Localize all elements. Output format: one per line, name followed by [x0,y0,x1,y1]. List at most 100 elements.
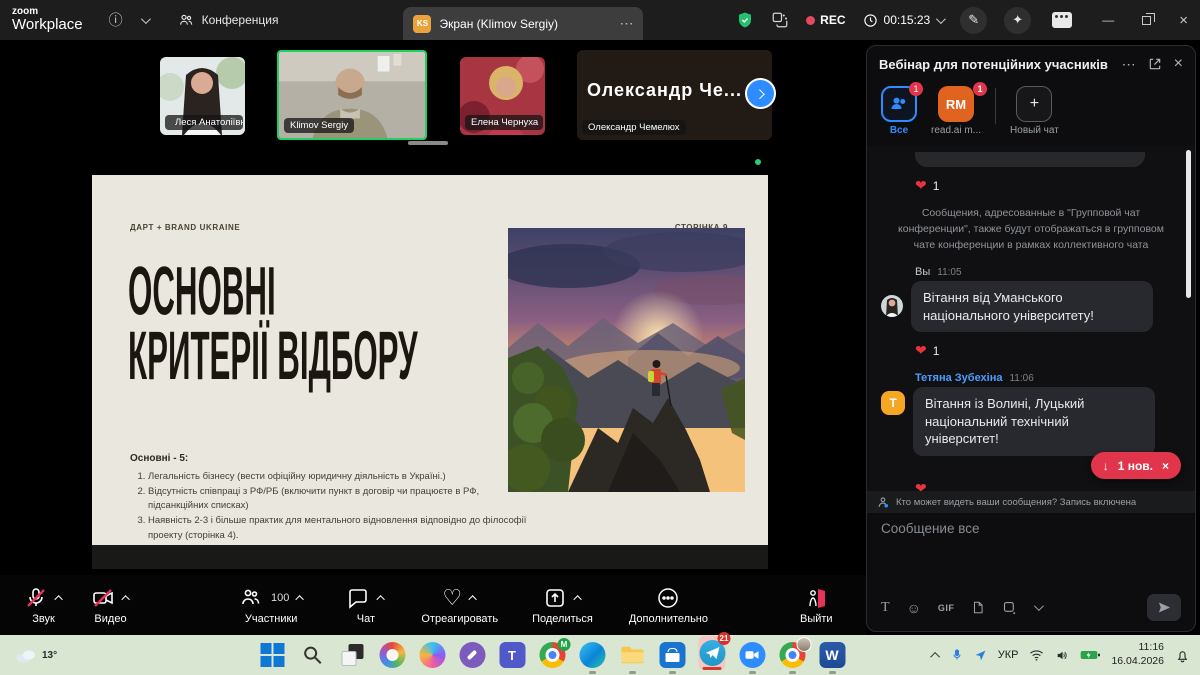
chevron-right-icon [755,89,765,99]
tab-screen-share[interactable]: KS Экран (Klimov Sergiy) ⋯ [403,7,643,40]
paint-app[interactable] [379,642,406,669]
language-indicator[interactable]: УКР [998,649,1019,661]
tray-expand-icon[interactable] [930,651,940,661]
zoom-app[interactable] [739,642,766,669]
chevron-up-icon[interactable] [377,595,385,603]
reaction-pill[interactable]: ❤ 1 [915,177,1181,194]
participant-tile-elena[interactable]: Елена Чернуха [460,57,545,135]
tab-conference[interactable]: Конференция [178,12,279,28]
chevron-up-icon[interactable] [296,595,304,603]
taskview-button[interactable] [339,642,366,669]
dismiss-icon[interactable]: × [1162,459,1169,473]
chevron-down-icon[interactable] [1034,601,1044,611]
volume-icon[interactable] [1055,649,1069,662]
chat-header: Вебінар для потенційних учасників ... ⋯ … [867,46,1195,82]
slide-list-title: Основні - 5: [130,453,188,464]
chevron-down-icon[interactable] [141,14,151,24]
chat-tabs: 1 Все RM 1 read.ai m... + Новый чат [867,82,1195,146]
screenshot-icon[interactable] [1002,600,1017,615]
message-input[interactable] [881,521,1181,577]
participant-tile-oleksandr[interactable]: Олександр Че... Олександр Чемелюх [577,50,772,140]
next-participants-button[interactable] [745,78,776,109]
presentation-slide: ДАРТ + BRAND UKRAINE СТОРІНКА 9 ОСНОВНІ … [92,175,768,545]
heart-icon: ❤ [915,177,927,194]
tray-location-icon[interactable] [974,649,987,662]
strip-drag-handle[interactable] [408,141,448,145]
chat-scrollbar[interactable] [1186,150,1191,298]
attach-file-icon[interactable] [971,600,985,615]
chat-close-icon[interactable]: × [1174,55,1183,73]
info-icon[interactable]: ⓘ [109,10,123,30]
message-bubble[interactable]: Вітання із Волині, Луцький національний … [913,387,1155,456]
logo-workplace: Workplace [12,17,83,33]
maximize-button[interactable] [1142,16,1151,25]
minimize-button[interactable]: — [1102,13,1114,27]
participant-name: Олександр Чемелюх [588,122,680,133]
telegram-app[interactable]: 21 [699,642,726,669]
meeting-timer[interactable]: 00:15:23 [863,13,944,28]
notification-bell-icon[interactable] [1175,648,1190,663]
chat-messages[interactable]: ❤ 1 Сообщения, адресованные в "Групповой… [867,146,1195,491]
new-messages-pill[interactable]: ↓ 1 нов. × [1091,452,1181,479]
shield-check-icon[interactable] [736,11,754,29]
chat-more-icon[interactable]: ⋯ [1122,56,1136,73]
participant-name: Klimov Sergiy [290,120,348,131]
word-app[interactable]: W [819,642,846,669]
video-button[interactable]: Видео [91,585,130,625]
heart-icon: ❤ [915,480,927,491]
chat-button-label: Чат [357,613,375,625]
popout-icon[interactable] [1148,57,1162,71]
search-icon [301,644,323,666]
chevron-up-icon[interactable] [468,595,476,603]
teams-app[interactable]: T [499,642,526,669]
tab-more-icon[interactable]: ⋯ [619,15,633,32]
sparkle-icon: ✦ [1012,12,1023,28]
chevron-up-icon[interactable] [573,595,581,603]
participant-name-chip: Елена Чернуха [465,115,543,130]
layout-icon[interactable] [771,11,789,29]
wifi-icon[interactable] [1029,649,1044,661]
format-text-icon[interactable]: T [881,600,890,616]
participant-tile-klimov[interactable]: Klimov Sergiy [277,50,427,140]
chrome-profile1-app[interactable]: M [539,642,566,669]
gif-icon[interactable]: GIF [938,603,955,613]
tray-clock[interactable]: 11:16 16.04.2026 [1111,641,1164,668]
chevron-up-icon[interactable] [121,595,129,603]
chevron-up-icon[interactable] [54,595,62,603]
react-button[interactable]: ♡ Отреагировать [421,585,498,625]
weather-widget[interactable]: 13° [14,646,57,664]
annotate-button[interactable]: ✎ [960,7,987,34]
rm-initials: RM [946,97,966,112]
apps-button[interactable] [1048,7,1075,34]
edge-app[interactable] [579,642,606,669]
chevron-down-icon [936,14,946,24]
search-button[interactable] [299,642,326,669]
zoom-workplace-window: zoom Workplace ⓘ Конференция KS Экран (K… [0,0,1200,675]
chat-tab-readai[interactable]: RM 1 read.ai m... [931,86,981,136]
chat-message: T Вітання із Волині, Луцький національни… [881,387,1181,456]
participant-tile-lesya[interactable]: Леся Анатоліївна Сла... [160,57,245,135]
participants-button[interactable]: 100 Участники [238,585,304,625]
battery-icon[interactable] [1080,649,1100,661]
message-bubble[interactable]: Вітання від Уманського національного уні… [911,281,1153,332]
ai-companion-button[interactable]: ✦ [1004,7,1031,34]
chat-tab-all[interactable]: 1 Все [881,86,917,136]
explorer-app[interactable] [619,642,646,669]
emoji-icon[interactable]: ☺ [907,600,921,616]
send-button[interactable] [1147,594,1181,621]
chat-tab-new[interactable]: + Новый чат [1010,86,1059,136]
reaction-pill[interactable]: ❤ 1 [915,342,1181,359]
share-button[interactable]: Поделиться [532,585,593,625]
leave-button[interactable]: Выйти [800,585,833,625]
viber-app[interactable] [459,642,486,669]
copilot-app[interactable] [419,642,446,669]
tray-mic-icon[interactable] [951,648,963,662]
chat-button[interactable]: Чат [346,585,385,625]
audio-button[interactable]: Звук [24,585,63,625]
close-button[interactable]: × [1179,12,1188,29]
more-button[interactable]: Дополнительно [629,585,708,625]
chrome-profile2-app[interactable] [779,642,806,669]
start-button[interactable] [259,642,286,669]
chat-title: Вебінар для потенційних учасників ... [879,57,1110,72]
store-app[interactable] [659,642,686,669]
